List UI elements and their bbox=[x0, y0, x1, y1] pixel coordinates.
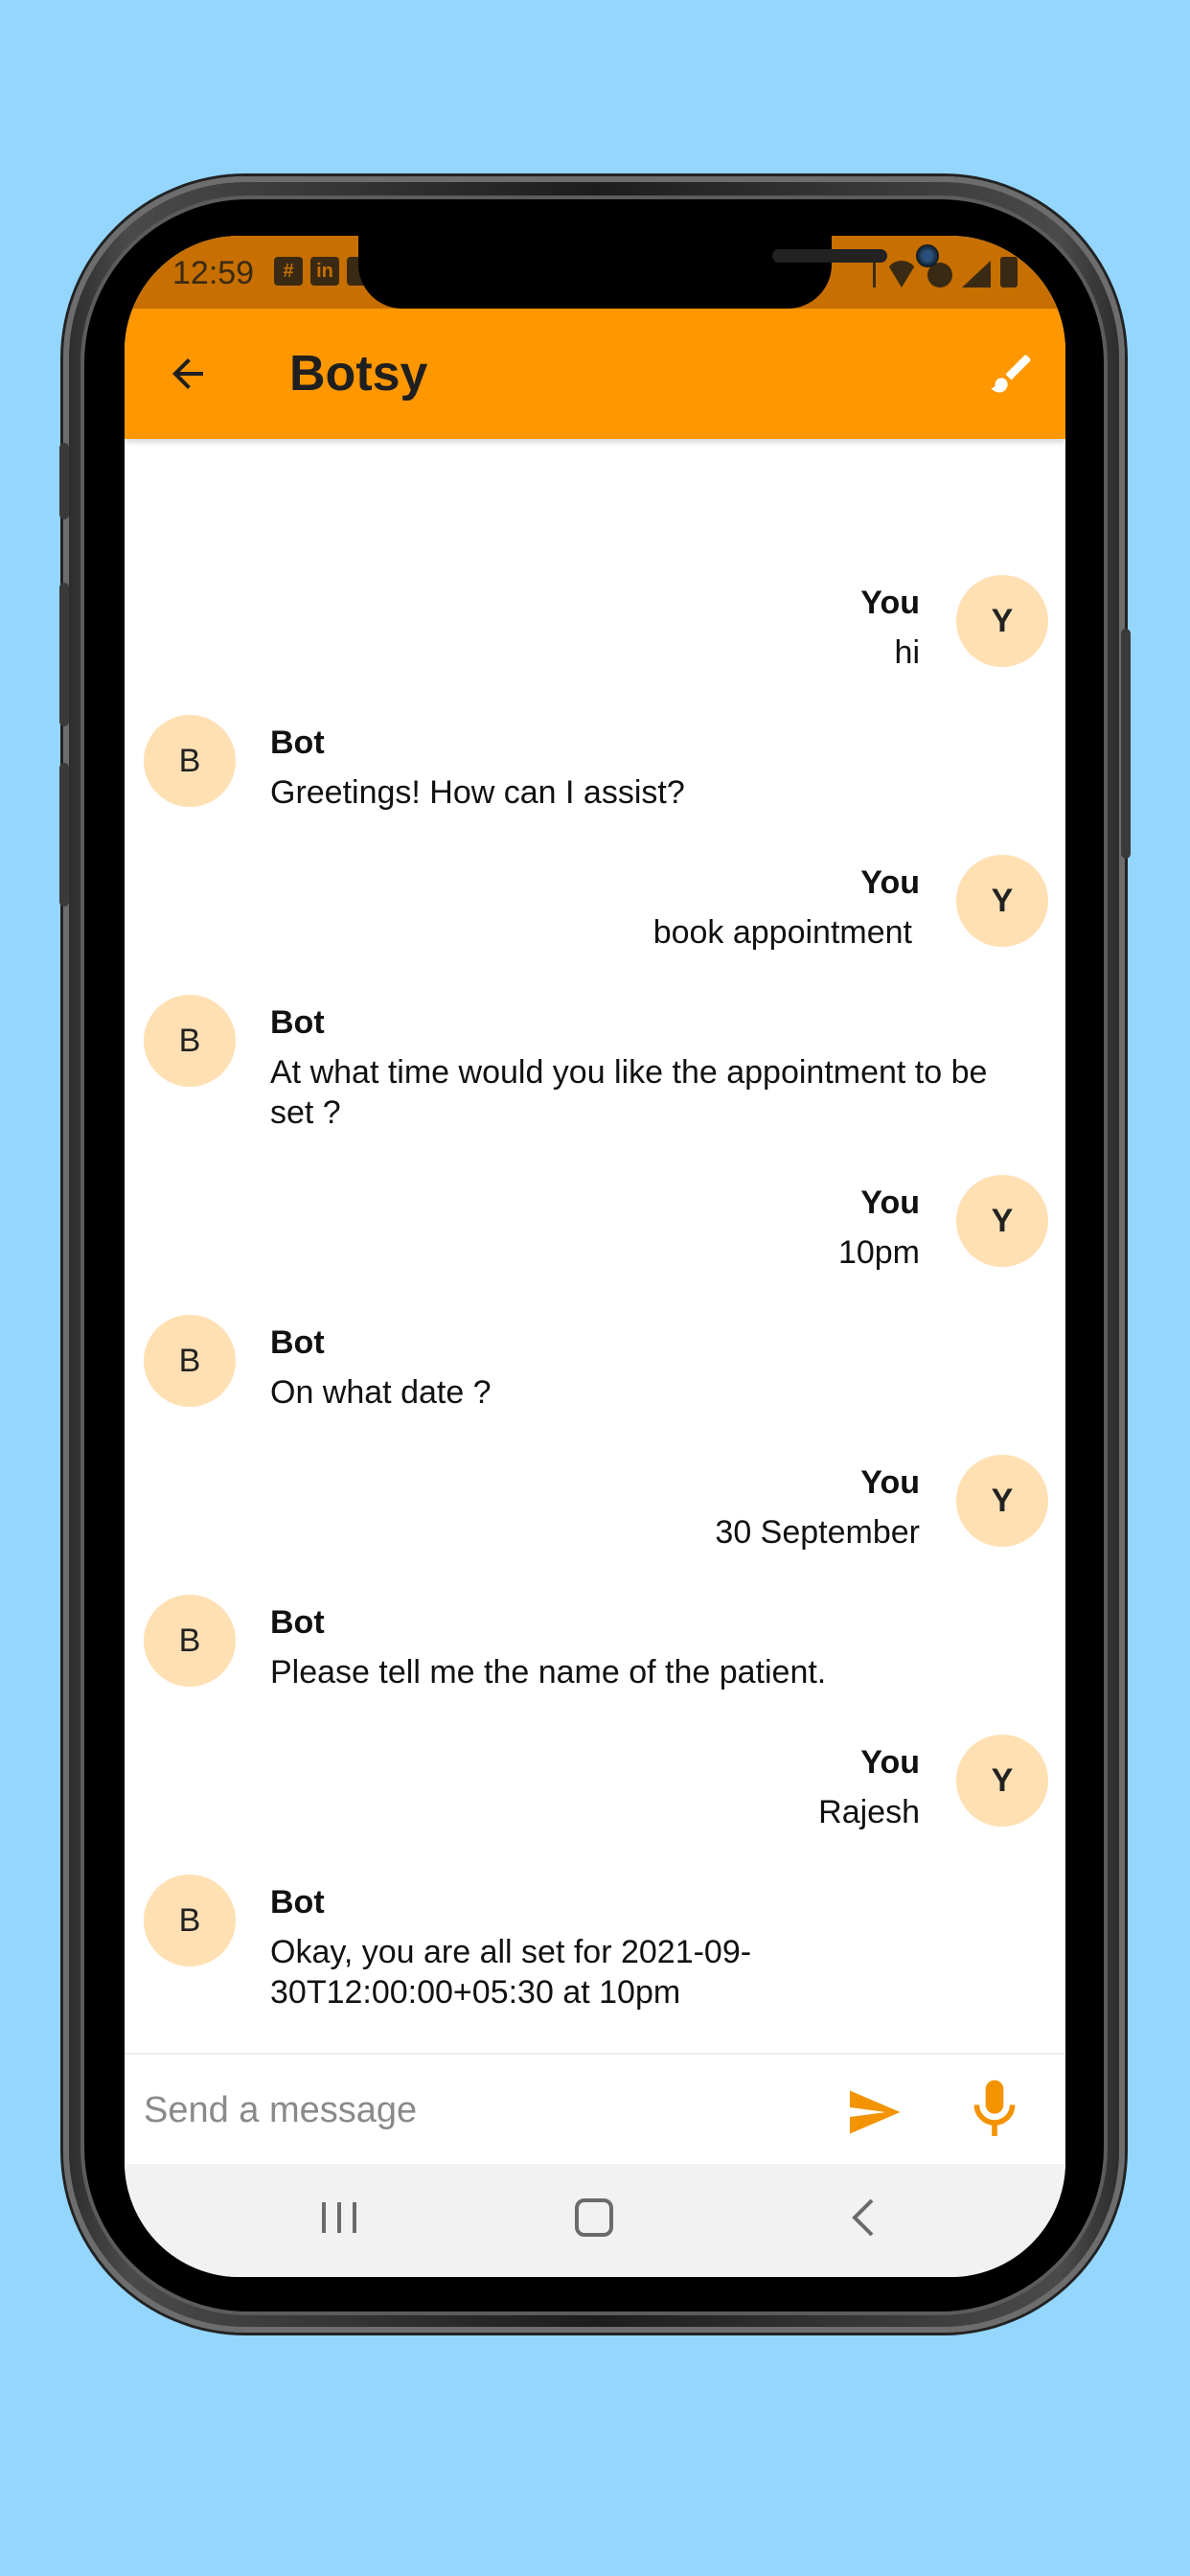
avatar: Y bbox=[956, 575, 1048, 667]
chat-list[interactable]: You hi Y B Bot Greetings! How can I assi… bbox=[125, 439, 1065, 2277]
system-status-icons bbox=[862, 257, 1018, 288]
message-text: 10pm bbox=[837, 1234, 920, 1271]
arrow-left-icon[interactable] bbox=[165, 351, 211, 397]
message-input[interactable] bbox=[144, 2083, 814, 2137]
message-item: B Bot Greetings! How can I assist? bbox=[125, 715, 1065, 820]
message-item: You 30 September Y bbox=[125, 1455, 1065, 1560]
front-camera bbox=[916, 244, 939, 267]
bluetooth-icon bbox=[862, 259, 876, 288]
avatar: B bbox=[144, 715, 236, 807]
brush-icon[interactable] bbox=[987, 349, 1037, 399]
power-button bbox=[1121, 629, 1131, 859]
mic-icon[interactable] bbox=[968, 2078, 1021, 2141]
signal-icon bbox=[962, 261, 991, 288]
home-icon[interactable] bbox=[575, 2198, 613, 2237]
phone-screen: 12:59 # in Botsy You hi Y B Bot Greeting… bbox=[125, 236, 1065, 2277]
system-nav-bar bbox=[125, 2164, 1065, 2277]
message-text: On what date ? bbox=[270, 1374, 492, 1411]
page-title: Botsy bbox=[289, 346, 428, 402]
message-sender: Bot bbox=[270, 1884, 325, 1920]
message-text: Rajesh bbox=[818, 1794, 920, 1830]
camera-notch bbox=[358, 236, 939, 309]
message-item: B Bot Please tell me the name of the pat… bbox=[125, 1595, 1065, 1700]
battery-icon bbox=[1000, 257, 1018, 288]
message-sender: You bbox=[860, 1464, 920, 1501]
message-sender: Bot bbox=[270, 1324, 325, 1361]
mute-switch bbox=[59, 443, 69, 519]
avatar: B bbox=[144, 1874, 236, 1966]
volume-up-button bbox=[59, 583, 69, 726]
avatar: Y bbox=[956, 1735, 1048, 1827]
message-item: B Bot On what date ? bbox=[125, 1315, 1065, 1420]
message-composer bbox=[125, 2053, 1065, 2164]
send-icon[interactable] bbox=[845, 2083, 903, 2141]
message-text: Greetings! How can I assist? bbox=[270, 774, 685, 811]
back-icon[interactable] bbox=[845, 2196, 883, 2239]
message-text: Please tell me the name of the patient. bbox=[270, 1654, 827, 1690]
avatar: B bbox=[144, 1315, 236, 1407]
message-text: hi bbox=[894, 634, 920, 671]
message-item: B Bot At what time would you like the ap… bbox=[125, 995, 1065, 1131]
message-item: You Rajesh Y bbox=[125, 1735, 1065, 1840]
linkedin-icon: in bbox=[310, 257, 339, 286]
message-sender: Bot bbox=[270, 1004, 325, 1041]
avatar: Y bbox=[956, 1455, 1048, 1547]
message-item: You book appointment Y bbox=[125, 855, 1065, 960]
message-sender: You bbox=[860, 1744, 920, 1781]
status-bar: 12:59 # in bbox=[125, 236, 1065, 309]
slack-icon: # bbox=[274, 257, 303, 286]
message-sender: You bbox=[860, 864, 920, 901]
avatar: B bbox=[144, 995, 236, 1087]
message-text: book appointment bbox=[652, 914, 912, 951]
message-sender: You bbox=[860, 585, 920, 621]
message-sender: Bot bbox=[270, 1604, 325, 1641]
avatar: B bbox=[144, 1595, 236, 1687]
avatar: Y bbox=[956, 1175, 1048, 1267]
wifi-icon bbox=[885, 261, 918, 288]
message-item: B Bot Okay, you are all set for 2021-09-… bbox=[125, 1874, 1065, 2018]
status-time: 12:59 bbox=[172, 255, 255, 291]
message-sender: Bot bbox=[270, 724, 325, 761]
message-item: You hi Y bbox=[125, 575, 1065, 680]
message-sender: You bbox=[860, 1184, 920, 1221]
message-text: Okay, you are all set for 2021-09-30T12:… bbox=[270, 1934, 752, 2011]
avatar: Y bbox=[956, 855, 1048, 947]
recent-apps-icon[interactable] bbox=[316, 2198, 362, 2237]
message-text: 30 September bbox=[715, 1514, 920, 1551]
app-bar: Botsy bbox=[125, 309, 1065, 439]
message-item: You 10pm Y bbox=[125, 1175, 1065, 1280]
volume-down-button bbox=[59, 763, 69, 907]
earpiece-speaker bbox=[772, 249, 887, 263]
message-text: At what time would you like the appointm… bbox=[270, 1054, 988, 1131]
